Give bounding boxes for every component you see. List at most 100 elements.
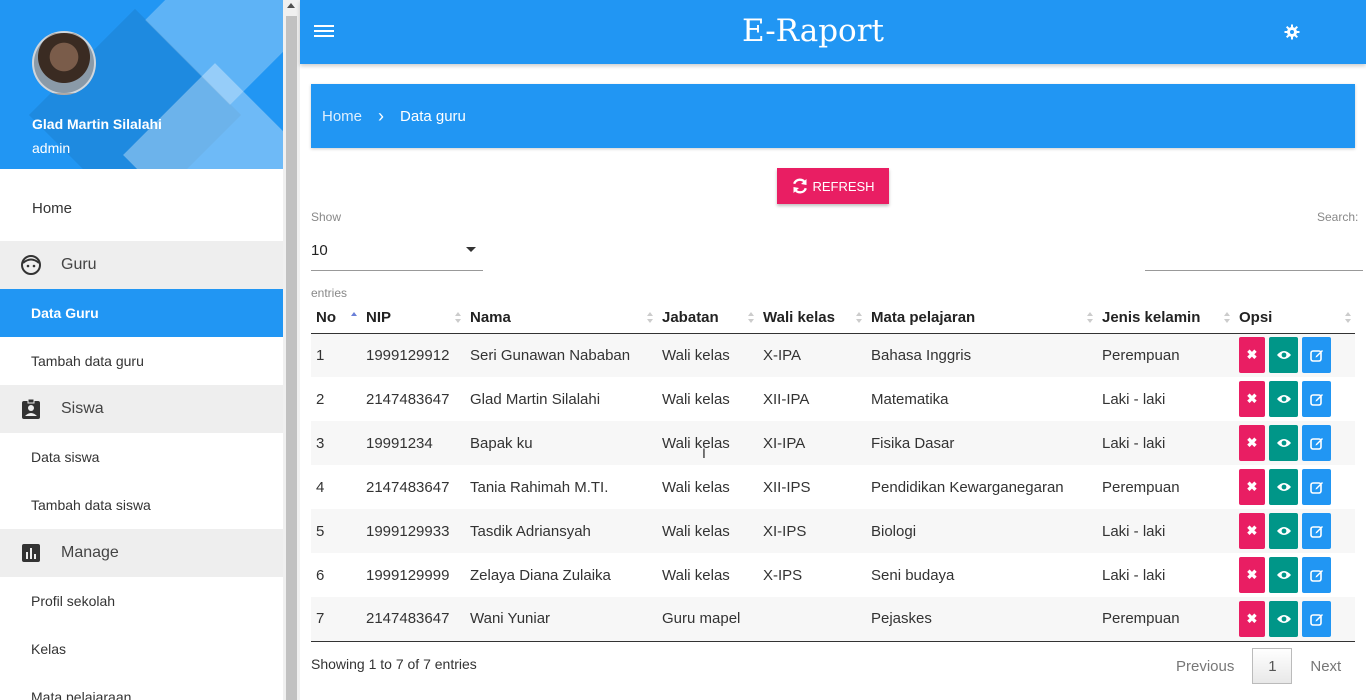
sidebar-item-siswa[interactable]: Siswa [0,385,283,433]
previous-page-button[interactable]: Previous [1170,658,1252,675]
eye-icon [1276,527,1291,535]
table-cell: Laki - laki [1102,566,1166,584]
table-cell: Wani Yuniar [465,597,657,642]
sidebar-item-tambah-data-guru[interactable]: Tambah data guru [0,337,283,385]
sort-icon[interactable] [1087,312,1093,324]
view-button[interactable] [1269,469,1298,505]
view-button[interactable] [1269,600,1298,637]
search-label: Search: [1317,210,1359,224]
table-cell: Wali kelas [662,434,730,452]
delete-button[interactable]: ✖ [1239,425,1265,461]
sort-icon[interactable] [748,312,754,324]
table-cell: Biologi [871,522,917,540]
pagination: Previous 1 Next [1170,648,1341,684]
delete-button[interactable]: ✖ [1239,381,1265,417]
sidebar-item-manage[interactable]: Manage [0,529,283,577]
table-cell: Zelaya Diana Zulaika [470,566,611,584]
search-input[interactable] [1145,236,1363,271]
table-cell: 2 [316,390,325,408]
sidebar-scrollbar[interactable] [283,0,300,700]
scroll-thumb[interactable] [286,16,297,700]
delete-button[interactable]: ✖ [1239,513,1265,549]
column-header-label: Jenis kelamin [1102,309,1201,327]
column-header-nip[interactable]: NIP [361,303,465,334]
sidebar-item-tambah-data-siswa[interactable]: Tambah data siswa [0,481,283,529]
sort-icon[interactable] [351,312,357,324]
sidebar-item-guru[interactable]: Guru [0,241,283,289]
top-navbar: E-Raport [300,0,1366,64]
sidebar-item-data-siswa[interactable]: Data siswa [0,433,283,481]
avatar[interactable] [32,31,96,95]
table-cell: Laki - laki [1102,390,1166,408]
eye-icon [1276,614,1291,623]
table-cell: 2147483647 [366,478,450,496]
edit-button[interactable] [1302,600,1331,637]
close-icon: ✖ [1246,479,1258,494]
sidebar-item-label: Tambah data guru [31,353,144,369]
sidebar-item-mata-pelajaraan[interactable]: Mata pelajaraan [0,673,283,700]
table-row: 1 1999129912 Seri Gunawan Nababan Wali kela… [311,333,1355,377]
entries-per-page-value: 10 [311,242,328,259]
close-icon: ✖ [1246,610,1258,626]
table-cell: Seni budaya [871,566,955,584]
sort-icon[interactable] [856,312,862,324]
table-cell: Pejaskes [866,597,1097,642]
delete-button[interactable]: ✖ [1239,600,1265,637]
table-row: 4 2147483647 Tania Rahimah M.TI. Wali kelas… [311,465,1355,509]
edit-button[interactable] [1302,337,1331,374]
edit-icon [1309,350,1323,363]
column-header-opsi[interactable]: Opsi [1234,303,1355,334]
column-header-label: Mata pelajaran [871,309,976,327]
gear-icon[interactable] [1284,24,1300,40]
view-button[interactable] [1269,557,1298,593]
table-cell: Perempuan [1102,478,1180,496]
page-1-button[interactable]: 1 [1252,648,1293,684]
table-cell: Glad Martin Silalahi [470,390,601,408]
column-header-nama[interactable]: Nama [465,303,657,334]
column-header-jabatan[interactable]: Jabatan [657,303,758,334]
view-button[interactable] [1269,381,1298,417]
sort-icon[interactable] [455,312,461,324]
delete-button[interactable]: ✖ [1239,469,1265,505]
edit-button[interactable] [1302,381,1331,417]
sort-icon[interactable] [1224,312,1230,324]
delete-button[interactable]: ✖ [1239,337,1265,374]
edit-button[interactable] [1302,469,1331,505]
view-button[interactable] [1269,337,1298,374]
table-cell: Perempuan [1102,346,1180,364]
table-cell [758,597,866,642]
close-icon: ✖ [1246,567,1258,582]
sidebar-item-data-guru[interactable]: Data Guru [0,289,283,337]
table-body: 1 1999129912 Seri Gunawan Nababan Wali kela… [311,333,1355,642]
column-header-label: No [316,309,336,327]
sidebar-item-home[interactable]: Home [0,184,283,232]
table-cell: Seri Gunawan Nababan [470,346,631,364]
view-button[interactable] [1269,513,1298,549]
view-button[interactable] [1269,425,1298,461]
delete-button[interactable]: ✖ [1239,557,1265,593]
options-cell: ✖ [1234,597,1355,642]
scroll-up-arrow-icon[interactable] [287,3,295,8]
sidebar-item-kelas[interactable]: Kelas [0,625,283,673]
edit-button[interactable] [1302,513,1331,549]
edit-button[interactable] [1302,557,1331,593]
next-page-button[interactable]: Next [1292,658,1341,675]
refresh-button[interactable]: REFRESH [777,168,889,204]
column-header-label: Opsi [1239,309,1273,327]
edit-button[interactable] [1302,425,1331,461]
column-header-no[interactable]: No [311,303,361,334]
app-title: E-Raport [742,13,884,49]
breadcrumb-home-link[interactable]: Home [322,108,362,125]
table-cell: X-IPS [763,566,803,584]
column-header-mata-pelajaran[interactable]: Mata pelajaran [866,303,1097,334]
sidebar-item-label: Data Guru [31,305,99,321]
options-cell: ✖ [1234,333,1355,377]
sidebar-item-label: Manage [61,544,119,561]
sort-icon[interactable] [1345,312,1351,324]
sort-icon[interactable] [647,312,653,324]
column-header-jenis-kelamin[interactable]: Jenis kelamin [1097,303,1234,334]
face-icon [20,254,42,276]
sidebar-item-profil-sekolah[interactable]: Profil sekolah [0,577,283,625]
column-header-wali-kelas[interactable]: Wali kelas [758,303,866,334]
entries-per-page-select[interactable]: 10 [311,236,483,271]
